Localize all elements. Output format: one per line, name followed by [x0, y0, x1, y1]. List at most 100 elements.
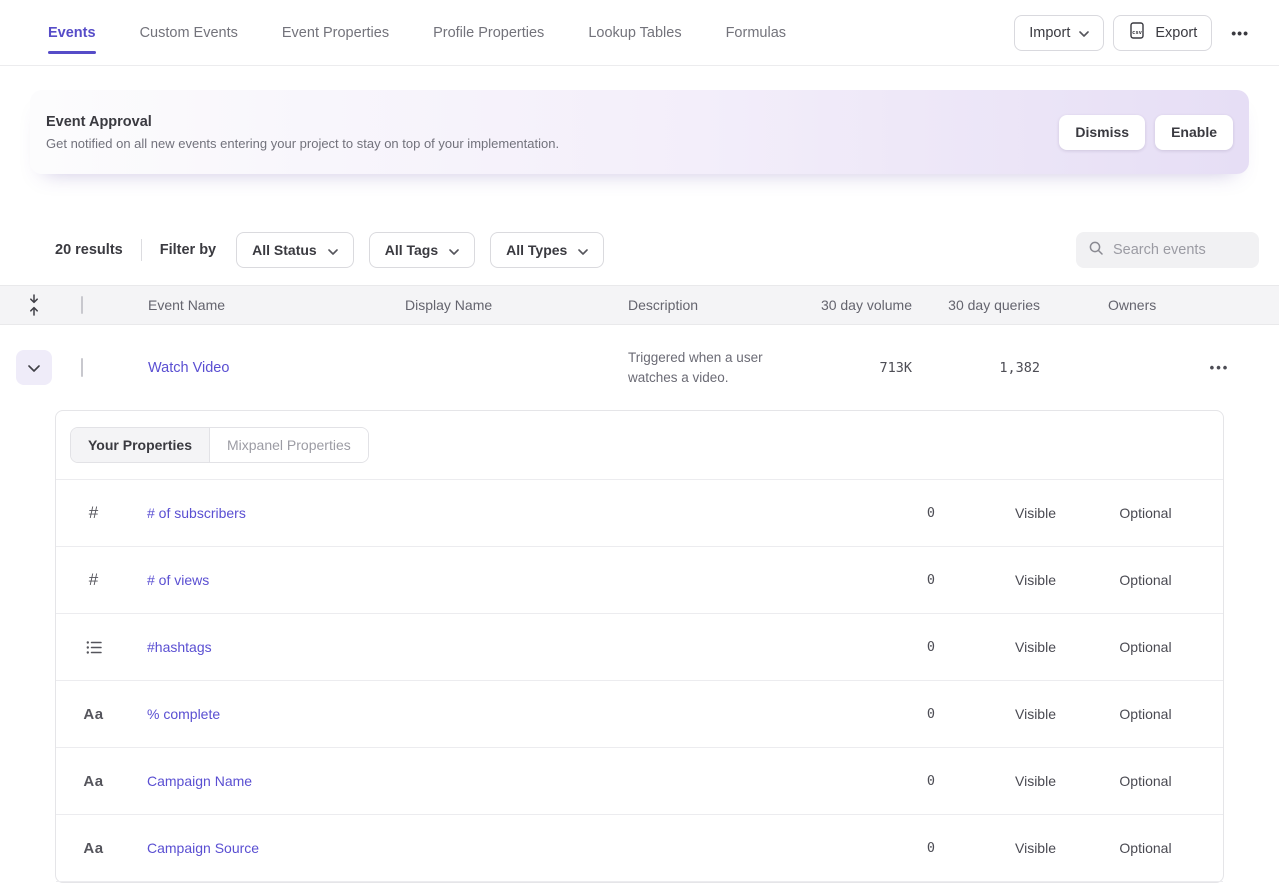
banner-description: Get notified on all new events entering …: [46, 136, 559, 151]
property-visibility: Visible: [935, 639, 1068, 655]
property-row: # # of subscribers 0 Visible Optional: [56, 480, 1223, 547]
property-count: 0: [845, 773, 935, 789]
volume-cell: 713K: [810, 360, 920, 376]
top-nav: Events Custom Events Event Properties Pr…: [0, 0, 1279, 66]
properties-segmented-control: Your Properties Mixpanel Properties: [70, 427, 369, 463]
import-button[interactable]: Import: [1014, 15, 1104, 51]
column-30-day-volume: 30 day volume: [810, 297, 920, 313]
tab-mixpanel-properties[interactable]: Mixpanel Properties: [209, 428, 368, 462]
search-events-box: [1076, 232, 1259, 268]
event-name-link[interactable]: Watch Video: [148, 360, 229, 376]
search-icon: [1088, 240, 1104, 261]
property-requirement: Optional: [1068, 773, 1223, 789]
column-30-day-queries: 30 day queries: [920, 297, 1048, 313]
table-row-watch-video: Watch Video Triggered when a user watche…: [0, 325, 1279, 410]
property-visibility: Visible: [935, 706, 1068, 722]
property-requirement: Optional: [1068, 706, 1223, 722]
text-type-icon: Aa: [56, 773, 131, 790]
number-type-icon: #: [56, 503, 131, 523]
dismiss-button[interactable]: Dismiss: [1059, 115, 1145, 150]
export-button[interactable]: csv Export: [1113, 15, 1212, 51]
row-more-icon[interactable]: •••: [1210, 360, 1230, 375]
nav-actions: Import csv Export •••: [1014, 15, 1259, 51]
chevron-down-icon: [1079, 25, 1089, 41]
column-display-name: Display Name: [395, 297, 618, 313]
properties-tab-bar: Your Properties Mixpanel Properties: [56, 411, 1223, 480]
property-row: Aa Campaign Name 0 Visible Optional: [56, 748, 1223, 815]
banner-text: Event Approval Get notified on all new e…: [46, 114, 559, 151]
enable-button[interactable]: Enable: [1155, 115, 1233, 150]
chevron-down-icon: [328, 242, 338, 258]
property-count: 0: [845, 505, 935, 521]
property-row: # # of views 0 Visible Optional: [56, 547, 1223, 614]
collapse-row-button[interactable]: [16, 350, 52, 385]
tab-profile-properties[interactable]: Profile Properties: [433, 25, 544, 41]
property-requirement: Optional: [1068, 840, 1223, 856]
tab-events[interactable]: Events: [48, 25, 96, 41]
banner-actions: Dismiss Enable: [1059, 115, 1233, 150]
properties-panel: Your Properties Mixpanel Properties # # …: [55, 410, 1224, 883]
chevron-down-icon: [449, 242, 459, 258]
more-icon: •••: [1231, 25, 1249, 41]
chevron-down-icon: [578, 242, 588, 258]
more-options-button[interactable]: •••: [1221, 15, 1259, 51]
text-type-icon: Aa: [56, 706, 131, 723]
property-name-link[interactable]: # of views: [131, 572, 845, 588]
collapse-all-icon[interactable]: [0, 293, 68, 317]
queries-cell: 1,382: [920, 360, 1048, 376]
column-owners: Owners: [1048, 297, 1160, 313]
csv-file-icon: csv: [1128, 21, 1146, 44]
divider: [141, 239, 142, 261]
property-row: Aa % complete 0 Visible Optional: [56, 681, 1223, 748]
tab-lookup-tables[interactable]: Lookup Tables: [588, 25, 681, 41]
property-requirement: Optional: [1068, 572, 1223, 588]
all-status-label: All Status: [252, 242, 317, 258]
property-visibility: Visible: [935, 840, 1068, 856]
property-name-link[interactable]: #hashtags: [131, 639, 845, 655]
search-input[interactable]: [1113, 242, 1247, 258]
column-description: Description: [618, 297, 810, 313]
property-row: Aa Campaign Source 0 Visible Optional: [56, 815, 1223, 882]
row-checkbox[interactable]: [81, 358, 83, 377]
property-count: 0: [845, 706, 935, 722]
tab-event-properties[interactable]: Event Properties: [282, 25, 389, 41]
column-event-name: Event Name: [130, 297, 395, 313]
import-label: Import: [1029, 25, 1070, 41]
banner-title: Event Approval: [46, 114, 559, 130]
all-tags-label: All Tags: [385, 242, 438, 258]
text-type-icon: Aa: [56, 840, 131, 857]
tab-formulas[interactable]: Formulas: [726, 25, 786, 41]
chevron-down-icon: [28, 360, 40, 375]
property-requirement: Optional: [1068, 639, 1223, 655]
list-type-icon: [56, 640, 131, 655]
property-visibility: Visible: [935, 505, 1068, 521]
property-visibility: Visible: [935, 773, 1068, 789]
tab-your-properties[interactable]: Your Properties: [71, 428, 209, 462]
property-count: 0: [845, 639, 935, 655]
property-visibility: Visible: [935, 572, 1068, 588]
all-types-dropdown[interactable]: All Types: [490, 232, 604, 268]
all-types-label: All Types: [506, 242, 567, 258]
property-name-link[interactable]: % complete: [131, 706, 845, 722]
events-table-header: Event Name Display Name Description 30 d…: [0, 285, 1279, 325]
select-all-checkbox[interactable]: [81, 296, 83, 314]
filter-toolbar: 20 results Filter by All Status All Tags…: [55, 232, 1259, 268]
all-tags-dropdown[interactable]: All Tags: [369, 232, 475, 268]
property-count: 0: [845, 572, 935, 588]
export-label: Export: [1155, 25, 1197, 41]
property-row: #hashtags 0 Visible Optional: [56, 614, 1223, 681]
property-name-link[interactable]: # of subscribers: [131, 505, 845, 521]
all-status-dropdown[interactable]: All Status: [236, 232, 354, 268]
tab-custom-events[interactable]: Custom Events: [140, 25, 238, 41]
results-count: 20 results: [55, 242, 123, 258]
property-requirement: Optional: [1068, 505, 1223, 521]
property-name-link[interactable]: Campaign Name: [131, 773, 845, 789]
lexicon-tabs: Events Custom Events Event Properties Pr…: [48, 25, 786, 41]
property-count: 0: [845, 840, 935, 856]
description-cell: Triggered when a user watches a video.: [618, 348, 810, 388]
filter-by-label: Filter by: [160, 242, 216, 258]
svg-text:csv: csv: [1132, 30, 1143, 36]
property-name-link[interactable]: Campaign Source: [131, 840, 845, 856]
event-approval-banner: Event Approval Get notified on all new e…: [30, 90, 1249, 174]
number-type-icon: #: [56, 570, 131, 590]
